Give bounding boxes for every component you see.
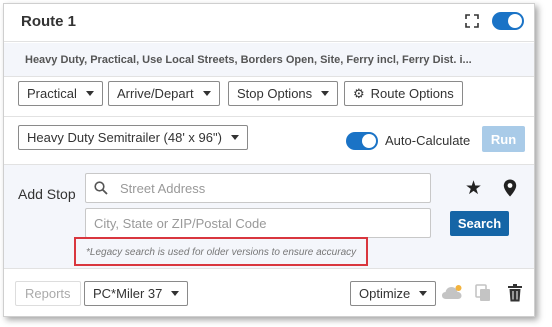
chevron-down-icon [230,135,239,140]
expand-icon[interactable] [465,14,479,28]
location-pin-icon[interactable] [503,179,517,197]
trash-icon[interactable] [508,284,522,302]
auto-calculate-toggle[interactable] [346,132,378,150]
route-options-label: Route Options [370,86,454,101]
street-address-placeholder: Street Address [120,180,206,196]
star-icon[interactable]: ★ [465,179,482,198]
pcmiler-version-label: PC*Miler 37 [93,286,163,301]
optimize-label: Optimize [359,286,411,301]
chevron-down-icon [321,91,330,96]
city-zip-placeholder: City, State or ZIP/Postal Code [94,215,267,231]
copy-icon[interactable] [475,284,492,302]
chevron-down-icon [171,291,180,296]
route-summary-bar: Heavy Duty, Practical, Use Local Streets… [4,43,534,77]
run-button[interactable]: Run [482,126,525,152]
route-summary-text: Heavy Duty, Practical, Use Local Streets… [25,54,472,66]
route-panel: Route 1 Heavy Duty, Practical, Use Local… [3,3,535,317]
chevron-down-icon [419,291,428,296]
cloud-upload-icon[interactable] [441,284,463,302]
add-stop-label: Add Stop [18,186,76,202]
route-options-button[interactable]: ⚙ Route Options [344,81,463,106]
vehicle-profile-label: Heavy Duty Semitrailer (48' x 96") [27,130,222,145]
gear-icon: ⚙ [353,85,365,101]
divider [4,116,534,117]
street-address-input[interactable]: Street Address [85,173,431,203]
auto-calculate-label: Auto-Calculate [385,133,471,148]
arrive-depart-label: Arrive/Depart [117,86,194,101]
chevron-down-icon [85,91,94,96]
search-icon [94,181,108,195]
legacy-search-note: *Legacy search is used for older version… [86,247,357,258]
route-title: Route 1 [21,13,77,30]
route-header: Route 1 [4,4,534,42]
arrive-depart-dropdown[interactable]: Arrive/Depart [108,81,220,106]
pcmiler-version-dropdown[interactable]: PC*Miler 37 [84,281,189,306]
route-visibility-toggle[interactable] [492,12,524,30]
practical-dropdown[interactable]: Practical [18,81,103,106]
chevron-down-icon [202,91,211,96]
reports-button[interactable]: Reports [15,281,81,306]
vehicle-profile-dropdown[interactable]: Heavy Duty Semitrailer (48' x 96") [18,125,248,150]
stop-options-label: Stop Options [237,86,313,101]
optimize-dropdown[interactable]: Optimize [350,281,437,306]
city-zip-input[interactable]: City, State or ZIP/Postal Code [85,208,431,238]
practical-dropdown-label: Practical [27,86,77,101]
stop-options-dropdown[interactable]: Stop Options [228,81,339,106]
search-button[interactable]: Search [450,211,509,236]
